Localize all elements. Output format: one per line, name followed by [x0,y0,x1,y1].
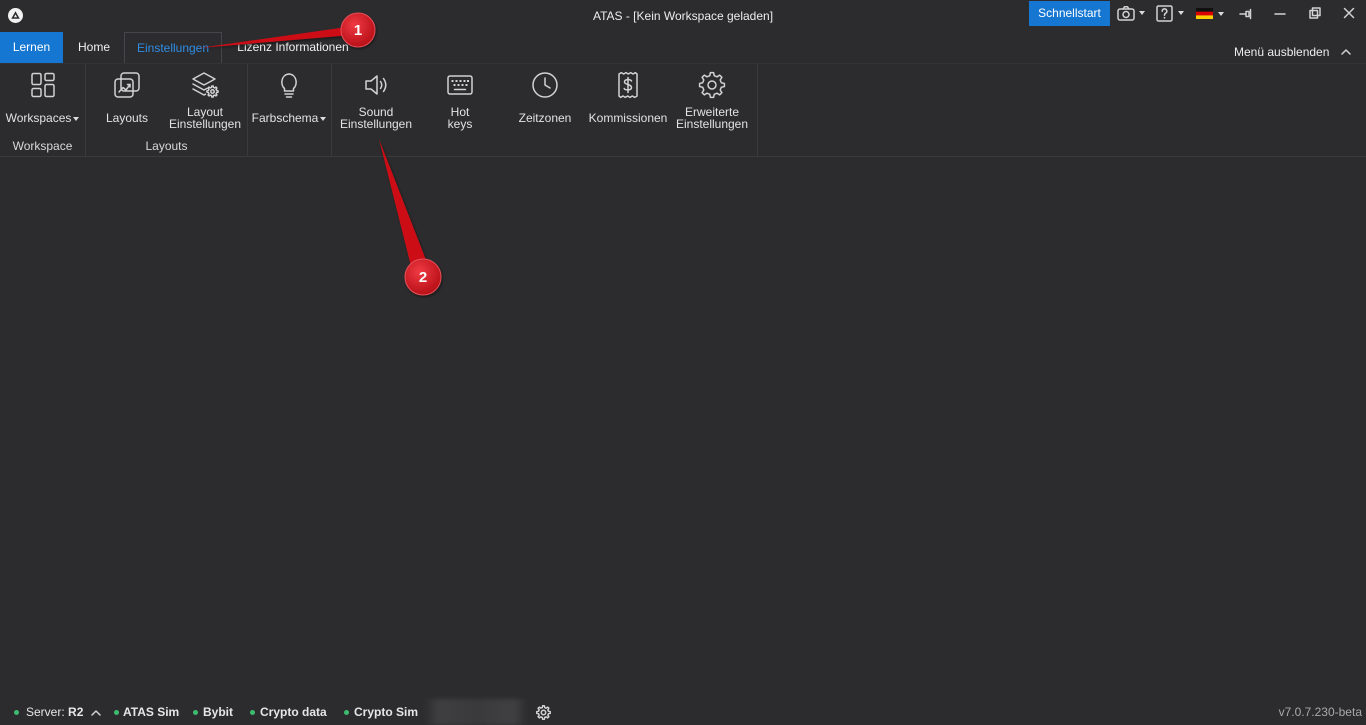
color-scheme-button[interactable]: Farbschema [248,64,330,140]
workspaces-button[interactable]: Workspaces [0,64,85,140]
ribbon: Workspaces Workspace Layouts Layout Einst… [0,63,1366,157]
quickstart-button[interactable]: Schnellstart [1029,1,1110,26]
label-line: Einstellungen [168,117,242,131]
help-menu-button[interactable] [1156,5,1187,23]
dropdown-arrow-icon [73,116,80,121]
group-label-workspace: Workspace [12,139,73,153]
speaker-icon [362,71,390,99]
commissions-label: Kommissionen [582,112,674,124]
keyboard-icon [446,71,474,99]
tab-home[interactable]: Home [70,32,118,63]
advanced-settings-label: Erweiterte Einstellungen [666,106,758,130]
language-menu-button[interactable] [1196,7,1226,21]
color-scheme-label: Farbschema [244,112,334,124]
dropdown-arrow-icon [320,116,327,121]
timezones-label-text: Zeitzonen [518,111,572,125]
server-value: R2 [68,705,84,719]
hotkeys-button[interactable]: Hot keys [418,64,502,140]
hide-menu-toggle[interactable]: Menü ausblenden [1234,45,1329,60]
tab-lizenz-informationen[interactable]: Lizenz Informationen [228,32,358,63]
group-divider [757,64,758,157]
layout-settings-label: Layout Einstellungen [162,106,248,130]
color-scheme-label-text: Farbschema [251,111,319,125]
clock-icon [531,71,559,99]
screenshot-menu-button[interactable] [1117,5,1148,23]
sound-settings-label: Sound Einstellungen [330,106,422,130]
close-icon[interactable] [1343,7,1355,19]
lightbulb-icon [275,71,303,99]
status-connection-atas-sim[interactable]: ATAS Sim [123,700,179,725]
sound-settings-button[interactable]: Sound Einstellungen [334,64,418,140]
timezones-button[interactable]: Zeitzonen [503,64,587,140]
group-label-layouts: Layouts [145,139,188,153]
layout-settings-icon [191,71,219,99]
layouts-button[interactable]: Layouts [88,64,166,140]
layout-settings-button[interactable]: Layout Einstellungen [166,64,244,140]
hotkeys-label: Hot keys [414,106,506,130]
connection-name: ATAS Sim [123,705,180,719]
status-connection-bybit[interactable]: Bybit [203,700,233,725]
dropdown-arrow-icon [1178,11,1184,15]
advanced-settings-button[interactable]: Erweiterte Einstellungen [670,64,754,140]
camera-icon [1117,5,1135,21]
connection-name: Bybit [203,705,233,719]
workspaces-grid-icon [29,71,57,99]
connection-name: Crypto data [260,705,327,719]
layouts-chart-icon [113,71,141,99]
hide-menu-label: Menü ausblenden [1234,45,1330,59]
status-server[interactable]: Server: R2 [26,700,83,725]
german-flag-icon [1196,8,1213,19]
receipt-dollar-icon [614,71,642,99]
connection-name: Crypto Sim [354,705,419,719]
dropdown-arrow-icon [1139,11,1145,15]
tab-einstellungen[interactable]: Einstellungen [124,32,222,63]
pin-icon[interactable] [1239,8,1253,20]
chevron-up-icon[interactable] [91,709,101,716]
commissions-label-text: Kommissionen [588,111,668,125]
status-indicator-dot [250,710,255,715]
restore-icon[interactable] [1309,7,1321,19]
tab-lernen[interactable]: Lernen [0,32,63,63]
workspaces-label: Workspaces [0,112,89,124]
label-line: Einstellungen [675,117,749,131]
title-bar: ATAS - [Kein Workspace geladen] Schnells… [0,0,1366,31]
help-icon [1156,5,1173,22]
status-connection-crypto-sim[interactable]: Crypto Sim [354,700,418,725]
minimize-icon[interactable] [1274,7,1286,19]
gear-icon[interactable] [536,705,551,720]
version-label: v7.0.7.230-beta [1278,705,1362,719]
status-indicator-dot [114,710,119,715]
status-indicator-dot [14,710,19,715]
workspace-area[interactable] [0,157,1366,698]
layouts-label: Layouts [84,112,170,124]
redacted-area [424,699,528,725]
label-line: Einstellungen [339,117,413,131]
status-connection-crypto-data[interactable]: Crypto data [260,700,327,725]
chevron-up-icon[interactable] [1341,48,1351,55]
dropdown-arrow-icon [1218,12,1224,16]
status-indicator-dot [193,710,198,715]
gear-icon [698,71,726,99]
commissions-button[interactable]: Kommissionen [586,64,670,140]
layouts-label-text: Layouts [105,111,149,125]
workspaces-label-text: Workspaces [5,111,72,125]
status-indicator-dot [344,710,349,715]
timezones-label: Zeitzonen [499,112,591,124]
server-label: Server: [26,705,65,719]
label-line: keys [447,117,473,131]
